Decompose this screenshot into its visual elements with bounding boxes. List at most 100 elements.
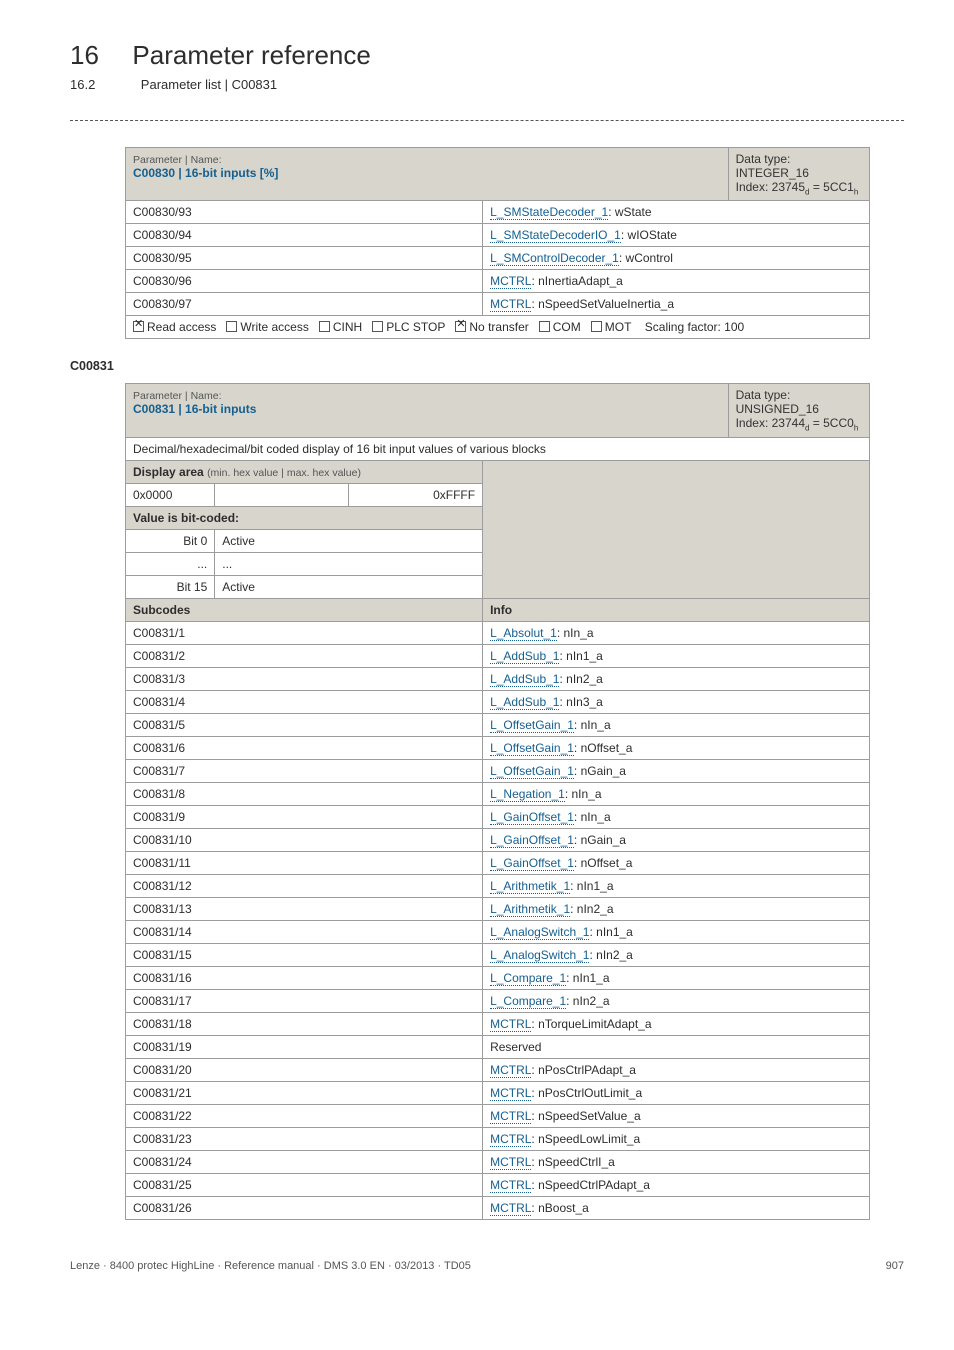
subcode-cell: C00831/3 [126,667,483,690]
bit-dots: ... [126,552,215,575]
param-code: C00831 | 16-bit inputs [133,402,256,416]
param-link[interactable]: L_Compare_1 [490,971,566,986]
info-cell: MCTRL: nTorqueLimitAdapt_a [483,1012,870,1035]
param-link[interactable]: MCTRL [490,297,531,312]
checkbox-mot-icon [591,321,602,332]
meta-index: Index: 23745d = 5CC1h [736,180,859,194]
param-link[interactable]: L_AddSub_1 [490,695,559,710]
info-cell: Reserved [483,1035,870,1058]
param-link[interactable]: L_OffsetGain_1 [490,764,574,779]
info-cell: MCTRL: nPosCtrlOutLimit_a [483,1081,870,1104]
chapter-number: 16 [70,40,99,71]
info-cell: L_Absolut_1: nIn_a [483,621,870,644]
param-link[interactable]: MCTRL [490,1178,531,1193]
subcode-cell: C00830/96 [126,270,483,293]
hex-max: 0xFFFF [349,483,483,506]
subcode-cell: C00830/97 [126,293,483,316]
info-cell: L_AnalogSwitch_1: nIn1_a [483,920,870,943]
param-link[interactable]: L_SMStateDecoder_1 [490,205,608,220]
checkbox-read-icon [133,321,144,332]
param-link[interactable]: MCTRL [490,1063,531,1078]
info-cell: L_OffsetGain_1: nIn_a [483,713,870,736]
subcode-cell: C00831/20 [126,1058,483,1081]
param-link[interactable]: MCTRL [490,1132,531,1147]
subcode-cell: C00831/12 [126,874,483,897]
param-link[interactable]: L_Arithmetik_1 [490,879,570,894]
info-cell: L_AddSub_1: nIn3_a [483,690,870,713]
info-cell: MCTRL: nSpeedSetValueInertia_a [483,293,870,316]
subcode-cell: C00831/9 [126,805,483,828]
param-link[interactable]: L_SMStateDecoderIO_1 [490,228,621,243]
subcode-cell: C00831/5 [126,713,483,736]
param-link[interactable]: MCTRL [490,1086,531,1101]
meta-datatype: Data type: INTEGER_16 [736,152,809,180]
subcode-cell: C00831/2 [126,644,483,667]
info-cell: L_GainOffset_1: nOffset_a [483,851,870,874]
table-c00830: Parameter | Name: C00830 | 16-bit inputs… [125,147,870,339]
param-link[interactable]: L_GainOffset_1 [490,833,574,848]
subcode-cell: C00831/8 [126,782,483,805]
subcode-cell: C00831/7 [126,759,483,782]
param-link[interactable]: L_Arithmetik_1 [490,902,570,917]
subcode-cell: C00831/15 [126,943,483,966]
checkbox-notransfer-icon [455,321,466,332]
subcode-cell: C00831/21 [126,1081,483,1104]
param-link[interactable]: MCTRL [490,1017,531,1032]
param-link[interactable]: L_GainOffset_1 [490,810,574,825]
info-cell: L_Compare_1: nIn2_a [483,989,870,1012]
info-cell: MCTRL: nSpeedCtrlPAdapt_a [483,1173,870,1196]
param-link[interactable]: L_Compare_1 [490,994,566,1009]
subcode-cell: C00831/24 [126,1150,483,1173]
display-area-reserved [483,460,870,598]
param-link[interactable]: L_AnalogSwitch_1 [490,948,589,963]
checkbox-plcstop-icon [372,321,383,332]
param-link[interactable]: L_OffsetGain_1 [490,741,574,756]
param-header-cell: Parameter | Name: C00830 | 16-bit inputs… [126,148,729,201]
bit15-value: Active [215,575,483,598]
subcode-cell: C00831/25 [126,1173,483,1196]
subcode-cell: C00830/95 [126,247,483,270]
page-footer: Lenze · 8400 protec HighLine · Reference… [70,1260,904,1272]
subchapter-title: Parameter list | C00831 [141,77,277,92]
info-cell: L_Negation_1: nIn_a [483,782,870,805]
info-cell: L_GainOffset_1: nIn_a [483,805,870,828]
subcode-cell: C00830/94 [126,224,483,247]
info-cell: L_Arithmetik_1: nIn1_a [483,874,870,897]
info-cell: L_AnalogSwitch_1: nIn2_a [483,943,870,966]
param-label: Parameter | Name: [133,390,222,402]
param-link[interactable]: MCTRL [490,1155,531,1170]
param-link[interactable]: L_Negation_1 [490,787,565,802]
bit0-label: Bit 0 [126,529,215,552]
subcode-cell: C00831/19 [126,1035,483,1058]
param-code: C00830 | 16-bit inputs [%] [133,166,278,180]
table-c00831: Parameter | Name: C00831 | 16-bit inputs… [125,383,870,1219]
param-link[interactable]: MCTRL [490,1109,531,1124]
info-cell: L_OffsetGain_1: nOffset_a [483,736,870,759]
subcode-cell: C00831/26 [126,1196,483,1219]
meta-index: Index: 23744d = 5CC0h [736,416,859,430]
info-cell: MCTRL: nSpeedCtrlI_a [483,1150,870,1173]
param-link[interactable]: L_GainOffset_1 [490,856,574,871]
subcode-cell: C00831/22 [126,1104,483,1127]
info-cell: L_SMStateDecoder_1: wState [483,201,870,224]
hex-min: 0x0000 [126,483,215,506]
info-cell: MCTRL: nSpeedLowLimit_a [483,1127,870,1150]
info-cell: MCTRL: nInertiaAdapt_a [483,270,870,293]
footer-right: 907 [886,1260,904,1272]
subcodes-header: Subcodes [126,598,483,621]
param-link[interactable]: L_Absolut_1 [490,626,557,641]
footer-left: Lenze · 8400 protec HighLine · Reference… [70,1260,471,1272]
param-link[interactable]: L_AddSub_1 [490,649,559,664]
chapter-title: Parameter reference [132,40,370,70]
param-link[interactable]: L_AddSub_1 [490,672,559,687]
param-link[interactable]: L_SMControlDecoder_1 [490,251,619,266]
param-link[interactable]: MCTRL [490,274,531,289]
checkbox-cinh-icon [319,321,330,332]
info-cell: MCTRL: nBoost_a [483,1196,870,1219]
info-cell: MCTRL: nPosCtrlPAdapt_a [483,1058,870,1081]
param-link[interactable]: MCTRL [490,1201,531,1216]
param-link[interactable]: L_OffsetGain_1 [490,718,574,733]
param-link[interactable]: L_AnalogSwitch_1 [490,925,589,940]
subcode-cell: C00831/6 [126,736,483,759]
info-cell: L_AddSub_1: nIn1_a [483,644,870,667]
